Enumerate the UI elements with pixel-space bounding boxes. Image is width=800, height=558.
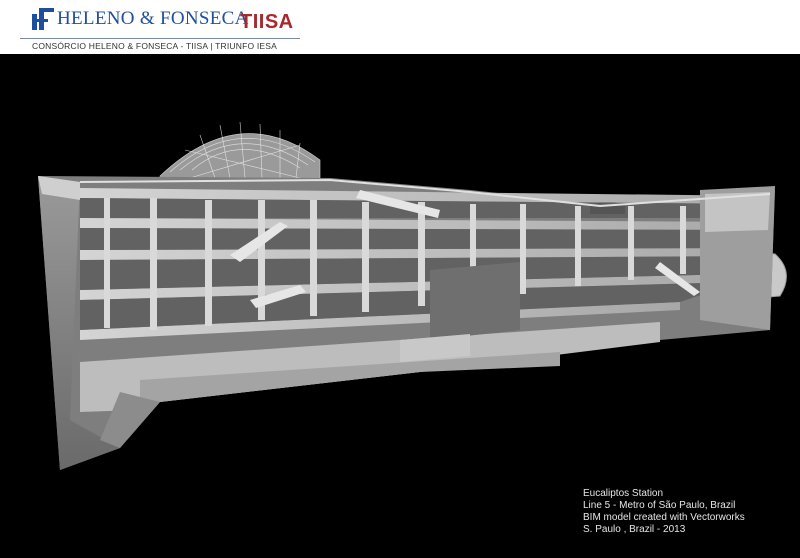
consortium-text: CONSÓRCIO HELENO & FONSECA - TIISA | TRI… (32, 41, 278, 51)
caption-line: Line 5 - Metro of São Paulo, Brazil (583, 500, 736, 511)
caption-block: Eucaliptos Station Line 5 - Metro of São… (583, 488, 745, 536)
caption-bim: BIM model created with Vectorworks (583, 512, 745, 523)
station-bim-render (38, 121, 787, 470)
header-divider (20, 38, 300, 39)
header-bar: HELENO & FONSECA TIISA CONSÓRCIO HELENO … (0, 0, 800, 54)
central-shaft (430, 262, 520, 340)
tiisa-logo: TIISA (240, 11, 294, 33)
caption-location-year: S. Paulo , Brazil - 2013 (583, 524, 686, 535)
heleno-fonseca-logo: HELENO & FONSECA (32, 8, 249, 30)
glass-dome (159, 121, 321, 183)
heleno-fonseca-wordmark: HELENO & FONSECA (57, 8, 249, 29)
caption-station: Eucaliptos Station (583, 488, 664, 499)
hf-monogram-icon (32, 8, 54, 30)
